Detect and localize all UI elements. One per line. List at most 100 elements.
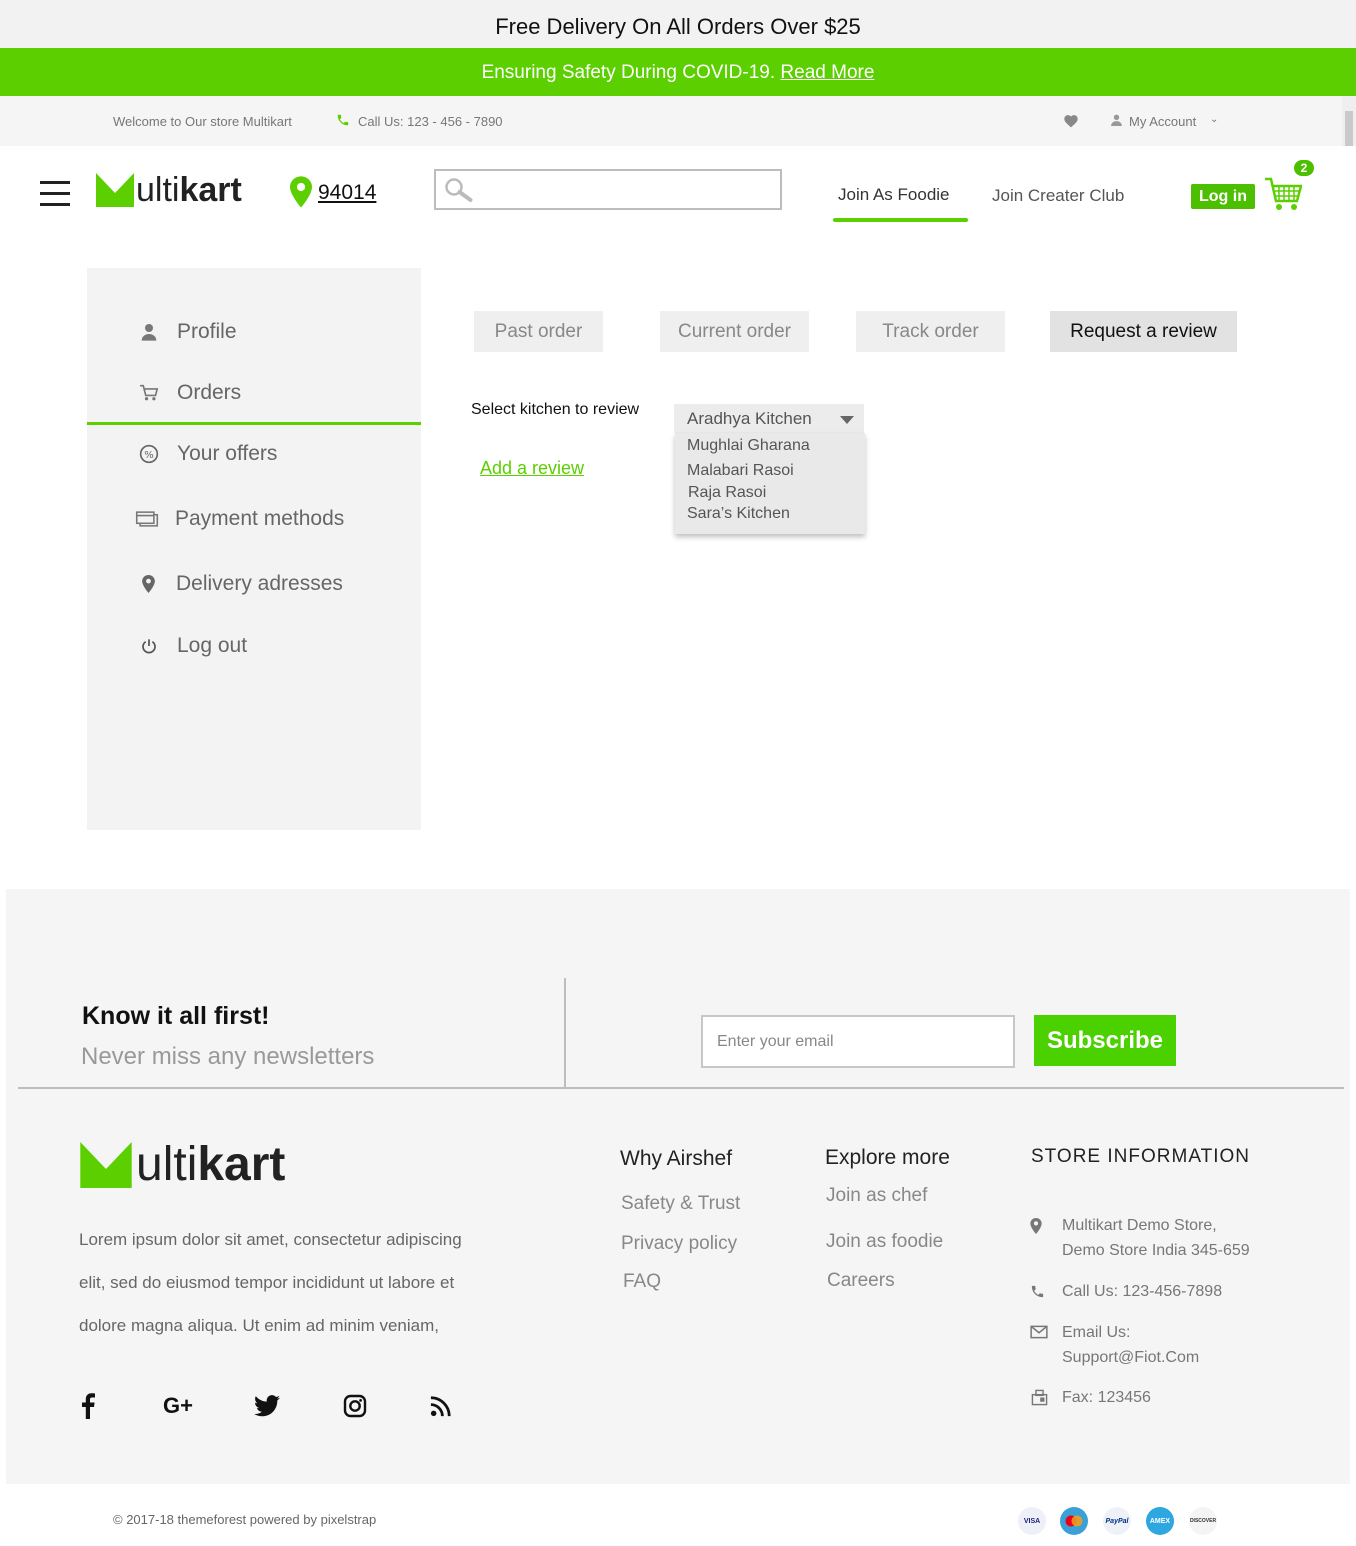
sidebar-item-label: Your offers	[177, 442, 278, 465]
kitchen-option[interactable]: Malabari Rasoi	[687, 462, 794, 480]
tab-past-order[interactable]: Past order	[474, 311, 603, 352]
search-box[interactable]	[434, 169, 782, 210]
footer-link-privacy-policy[interactable]: Privacy policy	[621, 1233, 737, 1255]
visa-icon: VISA	[1018, 1507, 1046, 1535]
footer-explore-title: Explore more	[825, 1146, 950, 1169]
tab-track-order[interactable]: Track order	[856, 311, 1005, 352]
google-plus-icon[interactable]: G+	[158, 1391, 198, 1421]
location-pin-icon	[1030, 1218, 1046, 1234]
store-email-label: Email Us:	[1062, 1324, 1131, 1341]
footer-link-faq[interactable]: FAQ	[623, 1271, 661, 1293]
sidebar-item-profile[interactable]: Profile	[137, 320, 237, 344]
cart-icon	[137, 381, 161, 405]
newsletter-subtitle: Never miss any newsletters	[81, 1043, 375, 1070]
sidebar-item-label: Profile	[177, 320, 237, 343]
covid-text: Ensuring Safety During COVID-19.	[481, 62, 776, 83]
sidebar-item-label: Log out	[177, 634, 248, 657]
copyright-text: © 2017-18 themeforest powered by pixelst…	[113, 1512, 377, 1527]
phone-icon	[336, 113, 350, 130]
add-review-link[interactable]: Add a review	[480, 458, 584, 479]
american-express-icon: AMEX	[1146, 1507, 1174, 1535]
footer-link-careers[interactable]: Careers	[827, 1270, 895, 1292]
sidebar-item-label: Payment methods	[175, 507, 345, 530]
store-info-title: STORE INFORMATION	[1031, 1146, 1250, 1167]
user-icon	[1110, 113, 1123, 130]
kitchen-select[interactable]: Aradhya Kitchen	[674, 404, 864, 433]
nav-join-creater-club[interactable]: Join Creater Club	[992, 186, 1124, 206]
discount-icon: %	[137, 442, 161, 466]
sidebar-item-payment-methods[interactable]: Payment methods	[135, 507, 344, 531]
logo[interactable]: ulti kart	[96, 173, 242, 207]
instagram-icon[interactable]	[340, 1391, 370, 1421]
footer-about-line: dolore magna aliqua. Ut enim ad minim ve…	[79, 1316, 440, 1335]
cart-icon[interactable]	[1264, 176, 1303, 217]
covid-banner: Ensuring Safety During COVID-19. Read Mo…	[0, 48, 1356, 96]
scrollbar[interactable]	[1342, 96, 1356, 146]
kitchen-option[interactable]: Mughlai Gharana	[687, 437, 810, 455]
kitchen-option[interactable]: Sara’s Kitchen	[687, 505, 790, 523]
sidebar-item-label: Orders	[177, 381, 242, 404]
footer-logo-text-bold: kart	[197, 1138, 286, 1191]
footer-about-line: elit, sed do eiusmod tempor incididunt u…	[79, 1273, 455, 1292]
rss-icon[interactable]	[426, 1391, 456, 1421]
logo-m-icon	[80, 1142, 132, 1188]
my-account-menu[interactable]: My Account	[1129, 114, 1196, 129]
cart-count-badge: 2	[1294, 160, 1314, 176]
kitchen-dropdown-list: Mughlai Gharana Malabari Rasoi Raja Raso…	[675, 433, 865, 534]
email-icon	[1030, 1325, 1048, 1341]
twitter-icon[interactable]	[252, 1391, 282, 1421]
sidebar-item-label: Delivery adresses	[176, 572, 343, 595]
nav-join-as-foodie[interactable]: Join As Foodie	[838, 185, 950, 205]
hamburger-menu-icon[interactable]	[40, 181, 70, 206]
account-sidebar: Profile Orders % Your offers Payment met…	[87, 268, 421, 830]
newsletter-divider	[564, 978, 566, 1088]
sidebar-active-underline	[87, 422, 421, 425]
footer-about-text: Lorem ipsum dolor sit amet, consectetur …	[79, 1218, 529, 1347]
sidebar-item-log-out[interactable]: Log out	[137, 634, 247, 658]
store-fax: Fax: 123456	[1062, 1389, 1151, 1406]
footer-link-join-as-foodie[interactable]: Join as foodie	[826, 1231, 943, 1253]
tab-current-order[interactable]: Current order	[660, 311, 809, 352]
logo-m-icon	[96, 173, 134, 207]
fax-icon	[1031, 1389, 1048, 1406]
search-input[interactable]	[480, 175, 775, 204]
tab-request-a-review[interactable]: Request a review	[1050, 311, 1237, 352]
footer-why-title: Why Airshef	[620, 1147, 733, 1170]
kitchen-select-value: Aradhya Kitchen	[687, 409, 812, 428]
mastercard-icon	[1060, 1507, 1088, 1535]
logo-text-bold: kart	[179, 171, 242, 209]
power-icon	[137, 634, 161, 658]
footer-about-line: Lorem ipsum dolor sit amet, consectetur …	[79, 1230, 462, 1249]
phone-icon	[1030, 1284, 1046, 1300]
dropdown-arrow-icon[interactable]	[830, 404, 864, 433]
sidebar-item-your-offers[interactable]: % Your offers	[137, 442, 277, 466]
pincode[interactable]: 94014	[318, 181, 376, 205]
footer-link-join-as-chef[interactable]: Join as chef	[826, 1185, 927, 1207]
kitchen-option[interactable]: Raja Rasoi	[688, 484, 766, 502]
welcome-text: Welcome to Our store Multikart	[113, 114, 292, 129]
sidebar-item-orders[interactable]: Orders	[137, 381, 241, 405]
footer-link-safety-trust[interactable]: Safety & Trust	[621, 1193, 740, 1215]
user-icon	[137, 320, 161, 344]
sidebar-item-delivery-addresses[interactable]: Delivery adresses	[136, 572, 343, 596]
heart-icon[interactable]	[1063, 113, 1079, 131]
chevron-down-icon: ⌄	[1210, 114, 1219, 125]
newsletter-title: Know it all first!	[82, 1002, 270, 1030]
store-email-address: Support@Fiot.Com	[1062, 1349, 1200, 1366]
discover-icon: DISCOVER	[1189, 1507, 1217, 1535]
read-more-link[interactable]: Read More	[780, 62, 874, 83]
credit-card-icon	[135, 507, 159, 531]
call-text: Call Us: 123 - 456 - 7890	[358, 114, 503, 129]
location-pin-icon	[136, 572, 160, 596]
facebook-icon[interactable]	[73, 1391, 103, 1421]
location-pin-icon	[290, 176, 312, 213]
scrollbar-thumb[interactable]	[1345, 111, 1353, 146]
logo-text: ulti	[136, 171, 180, 209]
promo-text: Free Delivery On All Orders Over $25	[495, 14, 861, 39]
store-address: Multikart Demo Store, Demo Store India 3…	[1062, 1213, 1250, 1263]
email-input[interactable]	[701, 1015, 1015, 1068]
footer-logo-text: ulti	[136, 1138, 198, 1191]
subscribe-button[interactable]: Subscribe	[1034, 1015, 1176, 1066]
search-icon	[444, 177, 474, 208]
login-button[interactable]: Log in	[1191, 184, 1255, 209]
